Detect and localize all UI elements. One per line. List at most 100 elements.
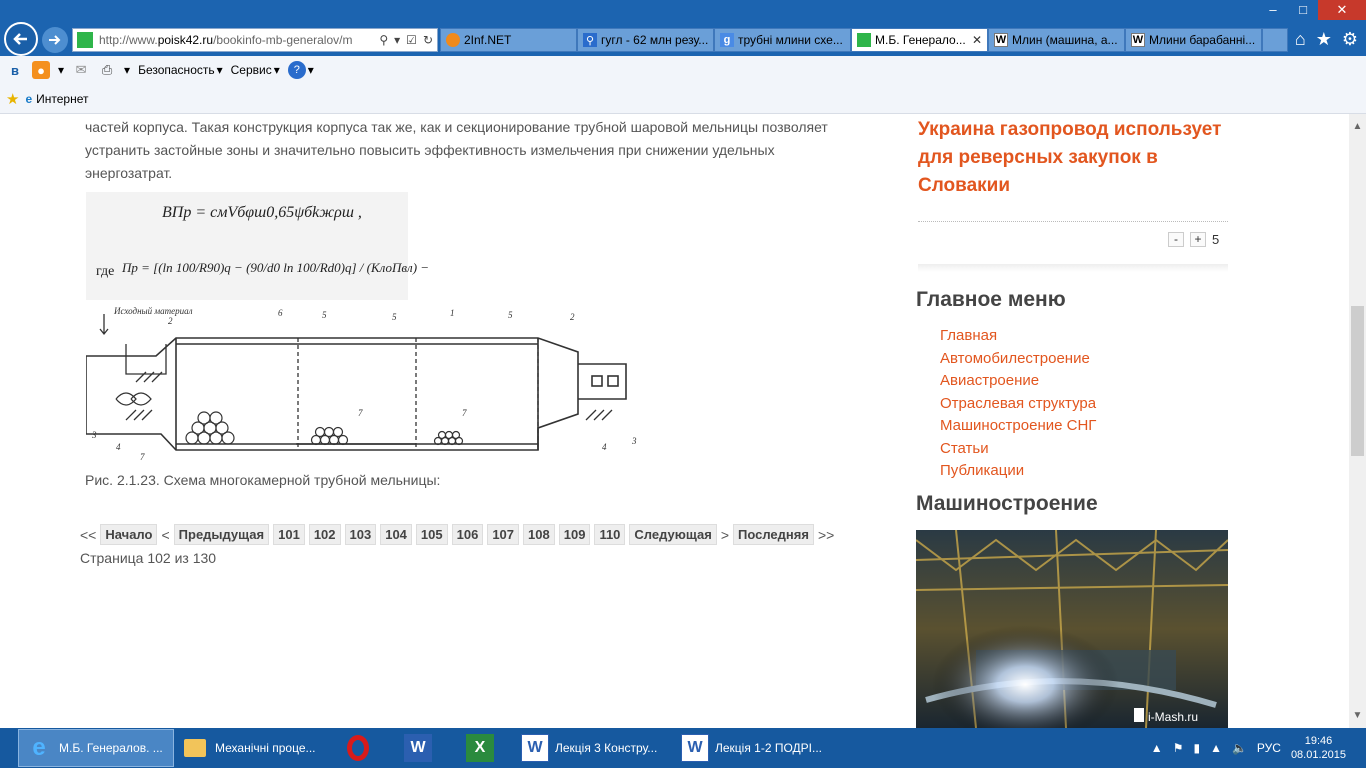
- print-dropdown-icon[interactable]: ▾: [124, 63, 130, 77]
- taskbar-word[interactable]: W: [390, 729, 452, 767]
- taskbar-doc-lecture12[interactable]: W Лекція 1-2 ПОДРІ...: [674, 729, 834, 767]
- scroll-up-icon[interactable]: ▲: [1349, 118, 1366, 135]
- minimize-icon[interactable]: –: [1258, 0, 1288, 20]
- help-menu[interactable]: ? ▾: [287, 61, 314, 79]
- taskbar-doc-lecture3[interactable]: W Лекція 3 Констру...: [514, 729, 674, 767]
- vote-plus-button[interactable]: +: [1190, 232, 1206, 247]
- page-prev-button[interactable]: Предыдущая: [173, 524, 270, 545]
- dropdown-icon[interactable]: ▾: [394, 33, 400, 47]
- settings-gear-icon[interactable]: ⚙: [1342, 29, 1358, 50]
- label-4-right: 4: [602, 442, 607, 452]
- ie-page-icon: e: [25, 91, 33, 106]
- network-icon[interactable]: ▲: [1210, 741, 1222, 755]
- menu-item-cis[interactable]: Машиностроение СНГ: [940, 415, 1096, 438]
- internet-favorite[interactable]: e Интернет: [25, 92, 88, 106]
- forward-button[interactable]: [42, 27, 68, 53]
- tab-generalov[interactable]: М.Б. Генерало... ✕: [851, 28, 988, 52]
- maximize-icon[interactable]: □: [1288, 0, 1318, 20]
- close-tab-icon[interactable]: ✕: [972, 33, 982, 47]
- wikipedia-icon: W: [1131, 33, 1145, 47]
- close-window-icon[interactable]: ✕: [1318, 0, 1366, 20]
- menu-item-aviation[interactable]: Авиастроение: [940, 370, 1096, 393]
- new-tab-button[interactable]: [1262, 28, 1288, 52]
- volume-icon[interactable]: 🔈: [1232, 741, 1247, 755]
- scroll-thumb[interactable]: [1351, 306, 1364, 456]
- menu-item-home[interactable]: Главная: [940, 325, 1096, 348]
- tray-expand-icon[interactable]: ▲: [1151, 741, 1163, 755]
- page-first-button[interactable]: Начало: [100, 524, 158, 545]
- label-1: 1: [450, 308, 455, 318]
- tab-2inf[interactable]: 2Inf.NET: [440, 28, 577, 52]
- menu-item-structure[interactable]: Отраслевая структура: [940, 393, 1096, 416]
- pagination: << Начало < Предыдущая 101 102 103 104 1…: [80, 524, 834, 545]
- tab-google-search[interactable]: ⚲ гугл - 62 млн резу...: [577, 28, 714, 52]
- page-next-button[interactable]: Следующая: [629, 524, 717, 545]
- page-link[interactable]: 105: [415, 524, 448, 545]
- word-icon: W: [404, 734, 432, 762]
- security-icon[interactable]: ☑: [406, 33, 417, 47]
- scroll-down-icon[interactable]: ▼: [1349, 707, 1366, 724]
- google-icon: g: [720, 33, 734, 47]
- label-7-mid: 7: [358, 408, 363, 418]
- home-icon[interactable]: ⌂: [1295, 29, 1306, 50]
- news-headline-link[interactable]: Украина газопровод использует для реверс…: [918, 116, 1228, 200]
- mail-icon[interactable]: ✉: [72, 61, 90, 79]
- taskbar-ie[interactable]: e М.Б. Генералов. ...: [18, 729, 174, 767]
- favorites-star-icon[interactable]: ★: [1316, 29, 1332, 50]
- tab-mlyn-wiki[interactable]: W Млин (машина, а...: [988, 28, 1125, 52]
- service-menu[interactable]: Сервис ▾: [231, 63, 280, 77]
- browser-title-bar: – □ ✕ http://www.poisk42.ru/bookinfo-mb-…: [0, 0, 1366, 56]
- refresh-icon[interactable]: ↻: [423, 33, 433, 47]
- page-link[interactable]: 110: [594, 524, 626, 545]
- add-favorite-star-icon[interactable]: ★: [6, 90, 19, 108]
- page-link-current[interactable]: 102: [308, 524, 341, 545]
- page-link[interactable]: 109: [558, 524, 591, 545]
- vertical-scrollbar[interactable]: ▲ ▼: [1349, 114, 1366, 728]
- taskbar-excel[interactable]: X: [452, 729, 514, 767]
- tab-google[interactable]: g трубні млини схе...: [714, 28, 851, 52]
- battery-icon[interactable]: ▮: [1193, 741, 1200, 755]
- back-button[interactable]: [4, 22, 38, 56]
- label-7-right: 7: [462, 408, 467, 418]
- print-icon[interactable]: ⎙: [98, 61, 116, 79]
- language-indicator[interactable]: РУС: [1257, 741, 1281, 755]
- label-material: Исходный материал: [113, 306, 193, 316]
- command-bar: ʙ ● ▾ ✉ ⎙ ▾ Безопасность ▾ Сервис ▾ ? ▾: [0, 56, 1366, 84]
- vote-count: 5: [1212, 232, 1220, 247]
- taskbar-opera[interactable]: [332, 729, 390, 767]
- safety-menu[interactable]: Безопасность ▾: [138, 63, 223, 77]
- article-text: частей корпуса. Такая конструкция корпус…: [85, 119, 828, 181]
- factory-photo[interactable]: i-Mash.ru: [916, 530, 1228, 728]
- page-link[interactable]: 106: [451, 524, 484, 545]
- page-link[interactable]: 103: [344, 524, 377, 545]
- page-link[interactable]: 108: [523, 524, 555, 545]
- vote-minus-button[interactable]: -: [1168, 232, 1184, 247]
- tab-mlyny-wiki[interactable]: W Млини барабанні...: [1125, 28, 1262, 52]
- label-5-a: 5: [322, 310, 327, 320]
- taskbar-explorer[interactable]: Механічні проце...: [174, 729, 332, 767]
- address-bar[interactable]: http://www.poisk42.ru/bookinfo-mb-genera…: [72, 28, 438, 52]
- search-icon[interactable]: ⚲: [379, 33, 388, 47]
- mill-diagram: Исходный материал 2 6 5 5 1 5 2 3 4 7 7 …: [86, 304, 642, 460]
- action-center-icon[interactable]: ⚑: [1173, 741, 1184, 755]
- page-link[interactable]: 104: [380, 524, 412, 545]
- page-last-button[interactable]: Последняя: [733, 524, 814, 545]
- menu-item-auto[interactable]: Автомобилестроение: [940, 348, 1096, 371]
- menu-item-articles[interactable]: Статьи: [940, 438, 1096, 461]
- chevron-down-icon: ▾: [273, 63, 280, 77]
- page-link[interactable]: 107: [487, 524, 520, 545]
- page-link[interactable]: 101: [273, 524, 305, 545]
- chevron-down-icon: ▾: [307, 63, 314, 77]
- menu-item-publications[interactable]: Публикации: [940, 460, 1096, 483]
- formula-image: ВПр = cмVбφш0,65ψбkжρш , где Пр = [(ln 1…: [86, 192, 429, 300]
- figure-caption: Рис. 2.1.23. Схема многокамерной трубной…: [85, 472, 441, 488]
- clock[interactable]: 19:46 08.01.2015: [1291, 734, 1346, 762]
- label-5-b: 5: [392, 312, 397, 322]
- bluetooth-icon[interactable]: ʙ: [6, 61, 24, 79]
- main-menu-title: Главное меню: [916, 288, 1066, 311]
- rss-dropdown-icon[interactable]: ▾: [58, 63, 64, 77]
- favorites-bar: ★ e Интернет: [0, 84, 1366, 114]
- rss-feed-icon[interactable]: ●: [32, 61, 50, 79]
- arrow-left-icon: [13, 33, 27, 45]
- tab-strip: 2Inf.NET ⚲ гугл - 62 млн резу... g трубні …: [440, 28, 1288, 52]
